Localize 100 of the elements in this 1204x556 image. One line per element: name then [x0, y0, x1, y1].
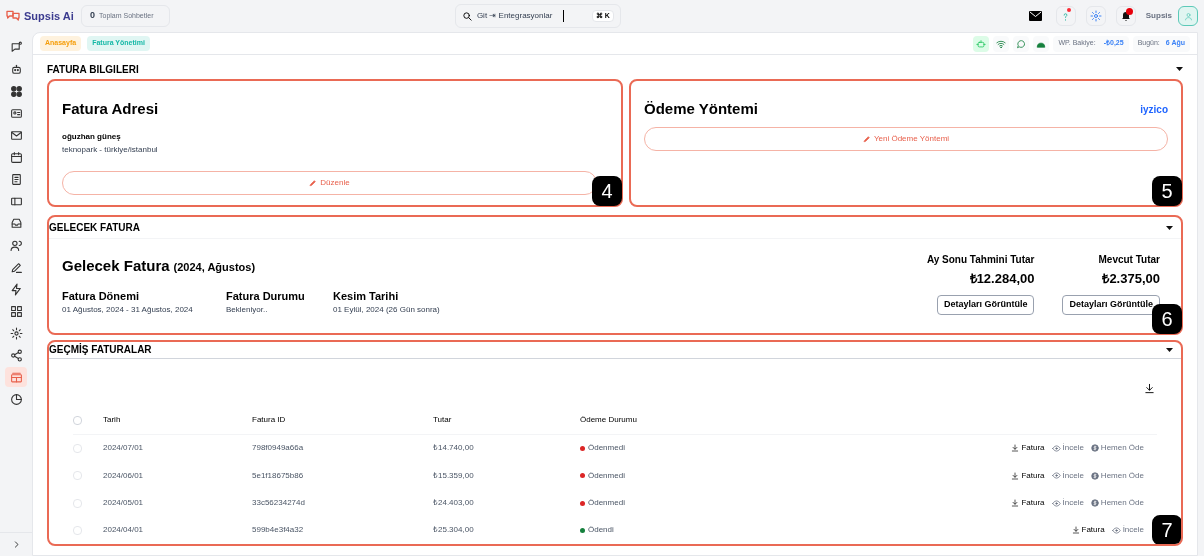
calendar-icon: [9, 150, 23, 164]
field-value: 01 Eylül, 2024 (26 Gün sonra): [333, 304, 441, 316]
eye-icon: [1051, 498, 1061, 508]
date-cell: 2024/06/01: [103, 470, 144, 480]
column-header: Tarih: [103, 415, 121, 425]
person-icon: [1183, 11, 1193, 21]
field-value: Bekleniyor..: [226, 304, 269, 316]
customer-address: teknopark - türkiye/istanbul: [62, 143, 159, 156]
channel-status-button[interactable]: [1033, 35, 1050, 52]
wifi-status-button[interactable]: [993, 35, 1010, 52]
caret-icon[interactable]: [1176, 67, 1183, 71]
row-action-link[interactable]: İncele: [1111, 524, 1144, 537]
row-checkbox[interactable]: [73, 471, 82, 481]
row-action-link[interactable]: Hemen Öde: [1090, 497, 1144, 509]
status-cell: Ödendi: [588, 524, 614, 537]
download-icon: [1011, 471, 1020, 480]
invoice-icon: [9, 370, 23, 384]
date-cell: 2024/05/01: [103, 498, 144, 507]
caret-icon[interactable]: [1166, 225, 1173, 230]
section-heading: GELECEK FATURA: [49, 221, 140, 235]
dollar-coin-icon: [1090, 471, 1099, 480]
amount-cell: ₺15.359,00: [433, 470, 474, 480]
settings-icon: [9, 326, 23, 340]
brand-name: Supsis Ai: [24, 8, 74, 24]
date-cell: 2024/04/01: [103, 525, 144, 535]
pencil-icon: [309, 178, 318, 187]
eye-icon: [1111, 525, 1121, 535]
pen-icon: [9, 260, 23, 274]
total-label: Mevcut Tutar: [1098, 253, 1160, 267]
callout-number: 7: [1152, 515, 1181, 544]
status-cell: Ödenmedi: [588, 469, 625, 482]
contact-card-icon: [9, 106, 23, 120]
settings-button[interactable]: [1085, 6, 1106, 26]
phone-bubble-icon: [1016, 38, 1027, 49]
amount-cell: ₺25.304,00: [433, 525, 474, 535]
download-icon: [1071, 526, 1080, 535]
users-icon: [9, 238, 23, 252]
robot-icon: [976, 38, 987, 49]
row-checkbox[interactable]: [73, 525, 82, 535]
mail-icon: [1029, 11, 1043, 21]
total-amount: ₺12.284,00: [969, 270, 1035, 288]
provider-logo: iyzico: [1140, 102, 1168, 117]
download-icon: [1144, 382, 1155, 394]
row-action-link[interactable]: Hemen Öde: [1090, 442, 1144, 455]
section-heading: FATURA BILGILERI: [47, 62, 139, 77]
row-action-link[interactable]: Fatura: [1011, 497, 1045, 509]
row-action-link[interactable]: İncele: [1051, 469, 1084, 482]
search-icon: [461, 10, 473, 22]
customer-name: oğuzhan güneş: [62, 130, 122, 143]
field-value: 01 Ağustos, 2024 - 31 Ağustos, 2024: [62, 304, 194, 316]
amount-cell: ₺24.403,00: [433, 498, 474, 507]
notification-badge: [1125, 8, 1133, 15]
row-action-link[interactable]: Fatura: [1071, 524, 1105, 537]
row-checkbox[interactable]: [73, 498, 82, 508]
status-cell: Ödenmedi: [588, 497, 625, 509]
invoice-title: Gelecek Fatura: [62, 256, 170, 276]
amount-cell: ₺14.740,00: [433, 443, 474, 453]
status-cell: Ödenmedi: [588, 442, 625, 455]
card-title: Fatura Adresi: [62, 99, 160, 119]
chat-icon: [9, 40, 23, 54]
inbox-icon: [9, 216, 23, 230]
callout-number: 5: [1152, 176, 1182, 206]
download-icon: [1011, 444, 1020, 453]
column-header: Ödeme Durumu: [580, 415, 637, 425]
invoice-id-cell: 5e1f18675b86: [252, 470, 304, 480]
row-action-link[interactable]: Fatura: [1011, 442, 1045, 455]
column-header: Fatura ID: [252, 415, 286, 425]
apps-icon: [9, 304, 23, 318]
row-action-link[interactable]: İncele: [1051, 442, 1084, 455]
lightning-icon: [9, 282, 23, 296]
select-all-checkbox[interactable]: [73, 415, 82, 425]
row-checkbox[interactable]: [73, 443, 82, 453]
user-name: Supsis: [1145, 10, 1172, 22]
view-details-button[interactable]: Detayları Görüntüle: [936, 294, 1035, 315]
download-icon: [1011, 499, 1020, 507]
share-icon: [9, 348, 23, 362]
eye-icon: [1051, 443, 1061, 453]
total-label: Ay Sonu Tahmini Tutar: [926, 253, 1035, 267]
caret-icon[interactable]: [1166, 347, 1173, 352]
eye-icon: [1051, 471, 1061, 481]
section-heading: GEÇMİŞ FATURALAR: [49, 342, 152, 358]
settings-icon: [1089, 10, 1102, 22]
row-action-link[interactable]: İncele: [1051, 497, 1084, 509]
row-action-link[interactable]: Fatura: [1011, 469, 1045, 482]
column-header: Tutar: [433, 415, 452, 425]
dollar-coin-icon: [1090, 499, 1099, 507]
mail-icon: [9, 128, 23, 142]
document-icon: [9, 172, 23, 186]
field-label: Fatura Dönemi: [62, 288, 140, 304]
field-label: Kesim Tarihi: [333, 288, 400, 304]
notifications-button[interactable]: [1115, 6, 1136, 26]
help-button[interactable]: [1055, 6, 1076, 26]
pencil-icon: [862, 134, 871, 143]
callout-number: 6: [1152, 304, 1182, 334]
dollar-coin-icon: [1090, 444, 1099, 453]
pie-chart-icon: [9, 392, 23, 406]
wifi-icon: [996, 38, 1007, 49]
invoice-period: (2024, Ağustos): [173, 260, 256, 275]
row-action-link[interactable]: Hemen Öde: [1090, 469, 1144, 482]
grid-icon: [9, 84, 23, 98]
